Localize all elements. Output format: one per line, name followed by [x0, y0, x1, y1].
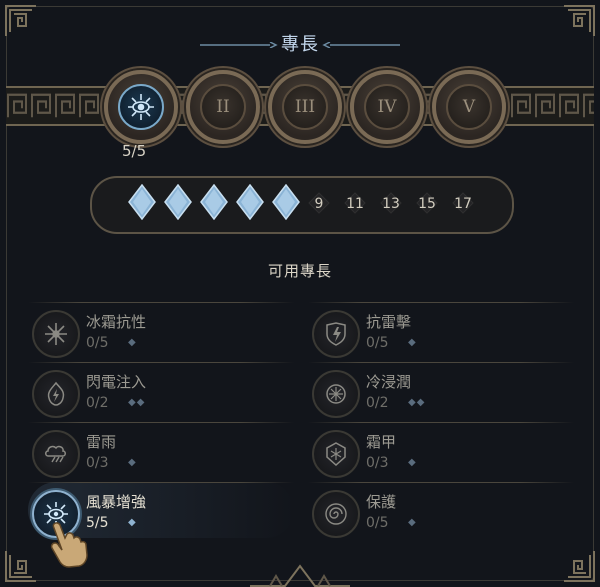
corner-ornament: [4, 549, 38, 583]
perk-count: 0/5: [366, 515, 389, 531]
perk-count: 0/2: [86, 395, 109, 411]
row-divider: [28, 302, 294, 303]
perk-name: 保護: [366, 493, 397, 511]
tier-3-label: III: [282, 84, 328, 130]
perk-count: 0/3: [366, 455, 389, 471]
progress-diamond-filled: [128, 184, 156, 220]
perk-name: 冰霜抗性: [86, 313, 147, 331]
tier-points-count: 5/5: [122, 142, 147, 160]
title-bar: 專長: [0, 30, 600, 60]
corner-ornament: [562, 549, 596, 583]
progress-diamond-filled: [200, 184, 228, 220]
perk-row[interactable]: 雷雨 0/3 ◆: [28, 422, 294, 478]
perk-row[interactable]: 冷浸潤 0/2 ◆◆: [308, 362, 574, 418]
perk-cost-pips: ◆: [128, 337, 137, 348]
tier-2-button[interactable]: II: [186, 70, 260, 144]
lightning-flame-icon: [32, 370, 80, 418]
row-divider: [28, 482, 294, 483]
perk-cost-pips: ◆: [408, 337, 417, 348]
perk-name: 閃電注入: [86, 373, 147, 391]
row-divider: [308, 482, 574, 483]
title-ornament: [200, 42, 278, 48]
level-number: 11: [346, 196, 364, 212]
row-divider: [28, 422, 294, 423]
level-number: 9: [314, 196, 324, 212]
tier-4-label: IV: [364, 84, 410, 130]
perk-cost-pips: ◆: [408, 457, 417, 468]
snowflake-icon: [32, 310, 80, 358]
level-number: 13: [382, 196, 400, 212]
perk-cost-pips: ◆: [408, 517, 417, 528]
eye-snowflake-icon: [118, 84, 164, 130]
progress-diamond-filled: [272, 184, 300, 220]
tier-3-button[interactable]: III: [268, 70, 342, 144]
row-divider: [308, 422, 574, 423]
perk-row[interactable]: 抗雷擊 0/5 ◆: [308, 302, 574, 358]
tier-5-button[interactable]: V: [432, 70, 506, 144]
perk-row[interactable]: 閃電注入 0/2 ◆◆: [28, 362, 294, 418]
storm-cloud-icon: [32, 430, 80, 478]
row-divider: [28, 362, 294, 363]
lightning-shield-icon: [312, 310, 360, 358]
tier-2-label: II: [200, 84, 246, 130]
perk-cost-pips: ◆: [128, 517, 137, 528]
frost-armor-icon: [312, 430, 360, 478]
level-number: 15: [418, 196, 436, 212]
progress-diamond-filled: [164, 184, 192, 220]
perk-row[interactable]: 保護 0/5 ◆: [308, 482, 574, 538]
perk-name: 風暴增強: [86, 493, 147, 511]
row-divider: [308, 302, 574, 303]
level-number: 17: [454, 196, 472, 212]
perk-row[interactable]: 霜甲 0/3 ◆: [308, 422, 574, 478]
perk-count: 0/5: [366, 335, 389, 351]
bottom-ornament: [250, 564, 350, 587]
spiral-shield-icon: [312, 490, 360, 538]
perk-count: 0/5: [86, 335, 109, 351]
tier-5-label: V: [446, 84, 492, 130]
page-title: 專長: [281, 34, 319, 55]
perk-name: 雷雨: [86, 433, 117, 451]
perk-cost-pips: ◆◆: [408, 397, 426, 408]
progress-diamond-filled: [236, 184, 264, 220]
perk-row[interactable]: 冰霜抗性 0/5 ◆: [28, 302, 294, 358]
perk-name: 霜甲: [366, 433, 397, 451]
perk-name: 冷浸潤: [366, 373, 412, 391]
perk-cost-pips: ◆◆: [128, 397, 146, 408]
tier-1-button[interactable]: [104, 70, 178, 144]
perk-cost-pips: ◆: [128, 457, 137, 468]
title-ornament: [322, 42, 400, 48]
row-divider: [308, 362, 574, 363]
tier-4-button[interactable]: IV: [350, 70, 424, 144]
perk-count: 0/3: [86, 455, 109, 471]
section-title: 可用專長: [267, 262, 332, 280]
hand-cursor-icon: [50, 522, 88, 568]
frost-orb-icon: [312, 370, 360, 418]
perk-count: 0/2: [366, 395, 389, 411]
perk-name: 抗雷擊: [366, 313, 412, 331]
